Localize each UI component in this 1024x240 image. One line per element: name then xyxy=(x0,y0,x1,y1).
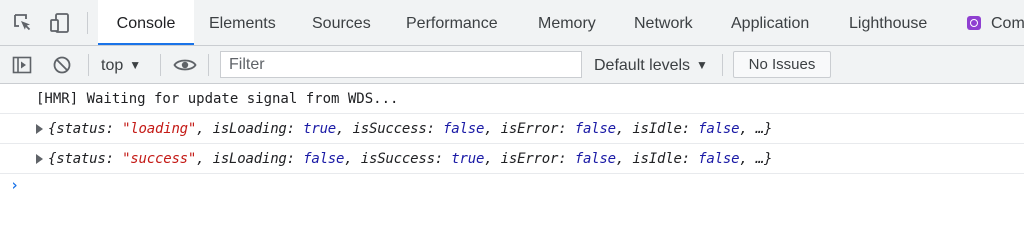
object-key: , isLoading: xyxy=(196,151,304,167)
object-value-string: "loading" xyxy=(122,121,197,137)
object-value-boolean: false xyxy=(443,121,485,137)
message-text: [HMR] Waiting for update signal from WDS… xyxy=(36,91,399,107)
tab-memory[interactable]: Memory xyxy=(538,0,596,45)
tab-application[interactable]: Application xyxy=(731,0,809,45)
console-messages: [HMR] Waiting for update signal from WDS… xyxy=(0,84,1024,200)
tab-sources[interactable]: Sources xyxy=(312,0,371,45)
tab-label: Elements xyxy=(209,15,276,32)
object-brace: { xyxy=(48,121,57,137)
tab-label: Network xyxy=(634,15,693,32)
console-message: [HMR] Waiting for update signal from WDS… xyxy=(0,84,1024,114)
dropdown-triangle-icon: ▼ xyxy=(129,58,142,72)
object-preview: {status: "success", isLoading: false, is… xyxy=(48,151,772,167)
issues-label: No Issues xyxy=(748,56,816,73)
object-key: , isLoading: xyxy=(196,121,304,137)
tab-label: Memory xyxy=(538,15,596,32)
console-message-object[interactable]: {status: "success", isLoading: false, is… xyxy=(0,144,1024,174)
live-expression-eye-icon[interactable] xyxy=(173,55,197,75)
object-key: , isError: xyxy=(484,121,575,137)
object-key: status: xyxy=(56,121,123,137)
console-message-object[interactable]: {status: "loading", isLoading: true, isS… xyxy=(0,114,1024,144)
expand-triangle-icon[interactable] xyxy=(36,154,43,164)
object-value-boolean: false xyxy=(303,151,345,167)
tab-elements[interactable]: Elements xyxy=(209,0,276,45)
tab-label: Sources xyxy=(312,15,371,32)
object-value-boolean: true xyxy=(303,121,337,137)
object-value-boolean: false xyxy=(574,121,616,137)
object-value-boolean: false xyxy=(698,121,740,137)
tab-label: Performance xyxy=(406,15,498,32)
console-toolbar: top ▼ Default levels ▼ No Issues xyxy=(0,46,1024,84)
tab-performance[interactable]: Performance xyxy=(406,0,498,45)
object-value-boolean: false xyxy=(574,151,616,167)
tab-label: Com xyxy=(991,15,1024,32)
toolbar-divider xyxy=(722,54,723,76)
prompt-chevron-icon: › xyxy=(10,176,20,194)
context-selector[interactable]: top ▼ xyxy=(101,46,141,83)
object-key: , isSuccess: xyxy=(336,121,444,137)
device-toolbar-icon[interactable] xyxy=(49,12,71,34)
inspect-element-icon[interactable] xyxy=(12,12,34,34)
filter-input[interactable] xyxy=(220,51,582,78)
object-brace: , …} xyxy=(739,121,773,137)
clear-console-icon[interactable] xyxy=(52,55,72,75)
react-components-icon xyxy=(967,16,981,30)
toolbar-divider xyxy=(160,54,161,76)
toolbar-divider xyxy=(88,54,89,76)
console-prompt-row[interactable]: › xyxy=(0,174,1024,200)
object-value-string: "success" xyxy=(122,151,197,167)
tab-label: Lighthouse xyxy=(849,15,928,32)
object-value-boolean: false xyxy=(698,151,740,167)
expand-triangle-icon[interactable] xyxy=(36,124,43,134)
object-brace: , …} xyxy=(739,151,773,167)
tab-label: Console xyxy=(116,15,176,32)
toolbar-divider xyxy=(208,54,209,76)
issues-button[interactable]: No Issues xyxy=(733,51,831,78)
tab-lighthouse[interactable]: Lighthouse xyxy=(849,0,927,45)
object-key: , isSuccess: xyxy=(344,151,452,167)
devtools-tab-bar: Console Elements Sources Performance Mem… xyxy=(0,0,1024,46)
object-key: , isIdle: xyxy=(615,121,699,137)
object-brace: { xyxy=(48,151,57,167)
object-key: , isError: xyxy=(484,151,575,167)
tab-console[interactable]: Console xyxy=(98,0,194,45)
object-key: status: xyxy=(56,151,123,167)
object-value-boolean: true xyxy=(451,151,485,167)
log-levels-label: Default levels xyxy=(594,57,691,74)
context-label: top xyxy=(101,57,124,74)
log-levels-dropdown[interactable]: Default levels ▼ xyxy=(594,46,708,83)
dropdown-triangle-icon: ▼ xyxy=(696,58,708,72)
sidebar-toggle-icon[interactable] xyxy=(12,55,32,75)
object-key: , isIdle: xyxy=(615,151,699,167)
tab-bar-divider xyxy=(87,12,88,34)
tab-network[interactable]: Network xyxy=(634,0,693,45)
object-preview: {status: "loading", isLoading: true, isS… xyxy=(48,121,772,137)
tab-components[interactable]: Com xyxy=(967,0,1024,45)
tab-label: Application xyxy=(731,15,810,32)
